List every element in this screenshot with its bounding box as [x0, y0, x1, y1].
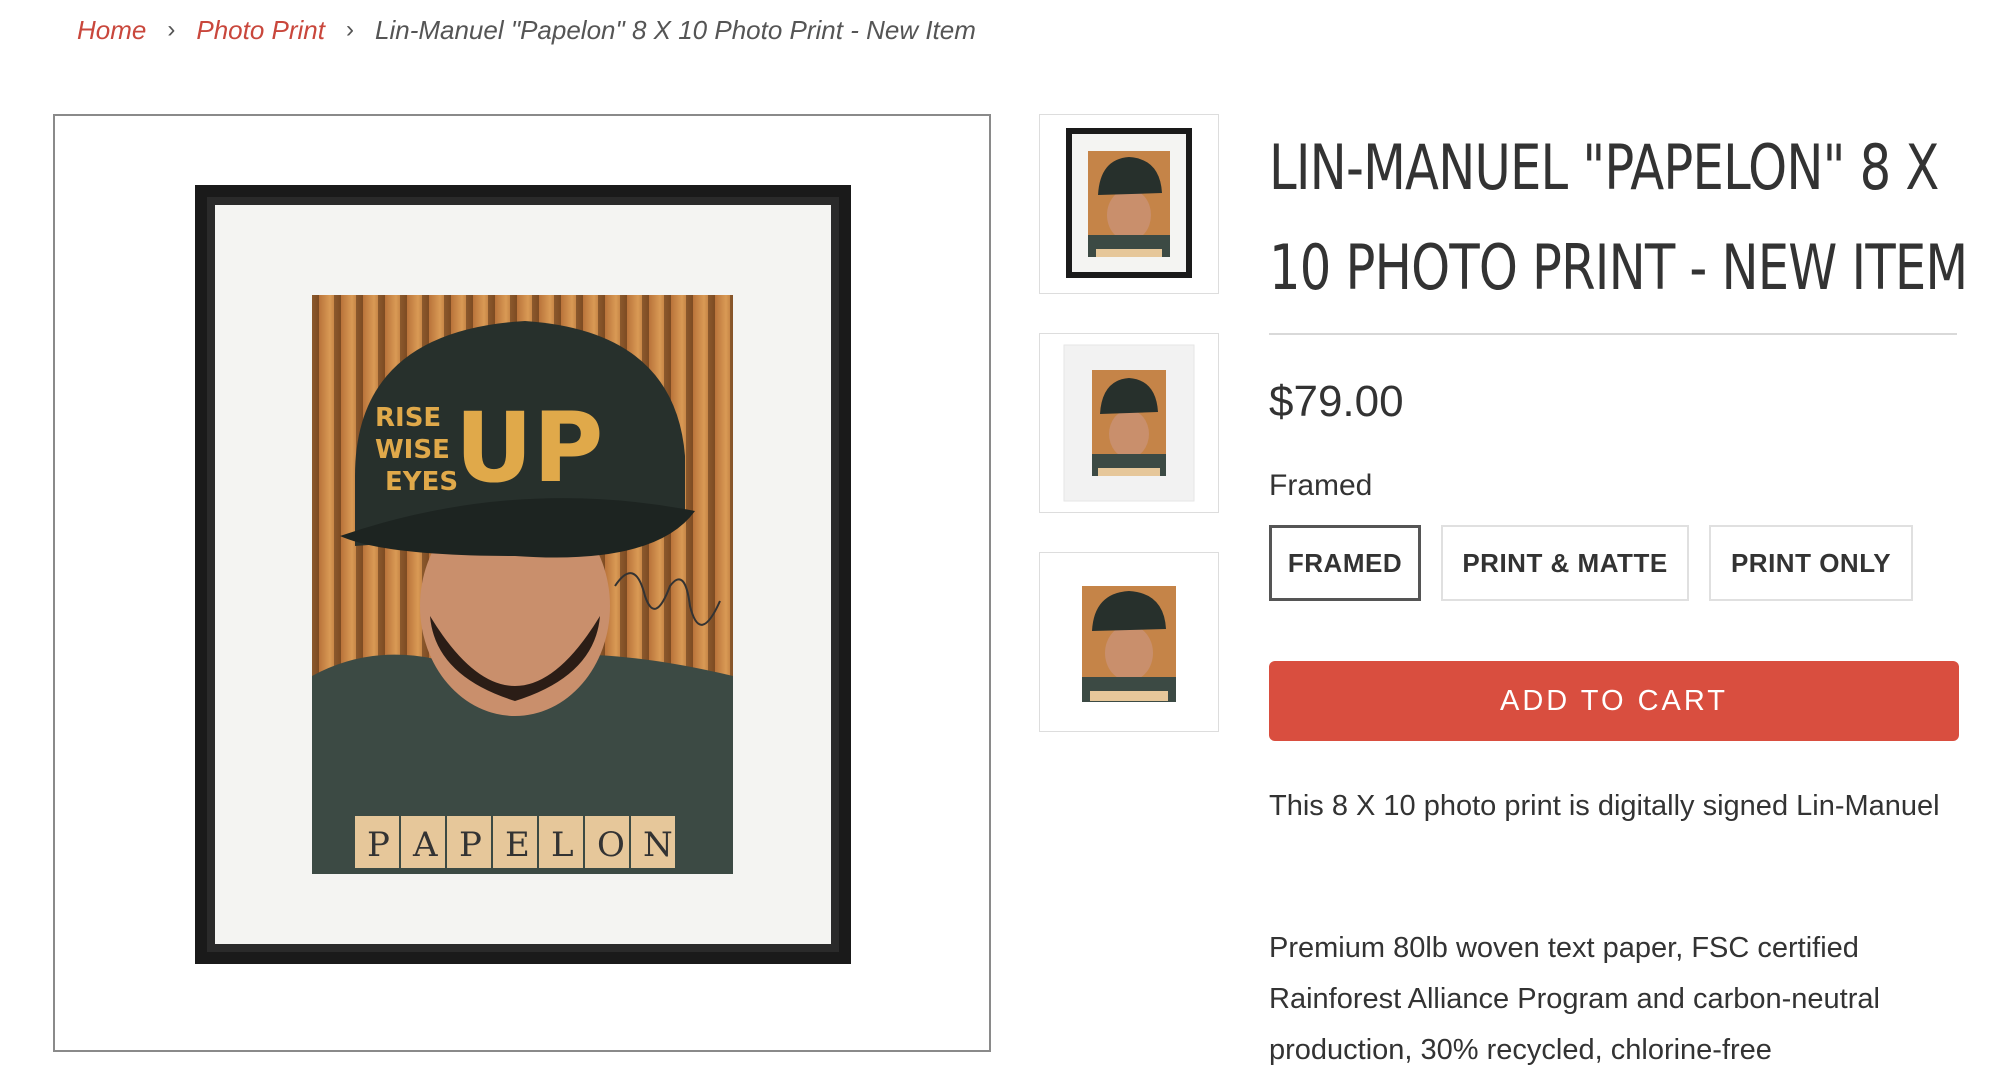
- option-label: Framed: [1269, 469, 1373, 502]
- add-to-cart-button[interactable]: ADD TO CART: [1269, 661, 1959, 741]
- product-description-paper: Premium 80lb woven text paper, FSC certi…: [1269, 932, 1880, 1066]
- tile-letter: E: [505, 825, 530, 865]
- framed-photo-illustration: RISE WISE EYES UP P A P E L O N: [195, 185, 851, 964]
- cap-text-up: UP: [455, 392, 603, 504]
- tile-letter: P: [459, 825, 482, 865]
- tile-letter: P: [367, 825, 390, 865]
- cap-text-wise: WISE: [375, 435, 450, 465]
- tile-letter: L: [551, 825, 574, 865]
- scrabble-tiles: P A P E L O N: [355, 816, 675, 868]
- thumbnail-print-matte[interactable]: [1039, 333, 1219, 513]
- cap-text-eyes: EYES: [385, 467, 458, 497]
- option-framed-button[interactable]: FRAMED: [1269, 525, 1421, 601]
- thumbnail-print-only[interactable]: [1039, 552, 1219, 732]
- breadcrumb-chevron-icon: ›: [346, 16, 354, 43]
- breadcrumb-home-link[interactable]: Home: [77, 12, 146, 48]
- thumbnail-print-matte-image: [1063, 344, 1195, 502]
- product-description-signed: This 8 X 10 photo print is digitally sig…: [1269, 790, 1940, 822]
- tile-letter: O: [597, 825, 625, 865]
- option-print-only-button[interactable]: PRINT ONLY: [1709, 525, 1913, 601]
- main-product-image[interactable]: RISE WISE EYES UP P A P E L O N: [53, 114, 991, 1052]
- cap-text-rise: RISE: [375, 403, 441, 433]
- thumbnail-print-only-image: [1082, 586, 1176, 702]
- title-divider: [1269, 333, 1957, 335]
- tile-letter: N: [643, 825, 673, 865]
- product-title: LIN-MANUEL "PAPELON" 8 X 10 PHOTO PRINT …: [1269, 131, 1968, 304]
- breadcrumb-category-link[interactable]: Photo Print: [196, 12, 325, 48]
- product-price: $79.00: [1269, 377, 1404, 426]
- option-print-matte-button[interactable]: PRINT & MATTE: [1441, 525, 1689, 601]
- breadcrumb-chevron-icon: ›: [167, 16, 176, 43]
- thumbnail-framed-image: [1066, 128, 1192, 278]
- breadcrumb: Home › Photo Print › Lin-Manuel "Papelon…: [77, 12, 976, 48]
- thumbnail-framed[interactable]: [1039, 114, 1219, 294]
- breadcrumb-current: Lin-Manuel "Papelon" 8 X 10 Photo Print …: [375, 15, 976, 45]
- tile-letter: A: [412, 825, 438, 865]
